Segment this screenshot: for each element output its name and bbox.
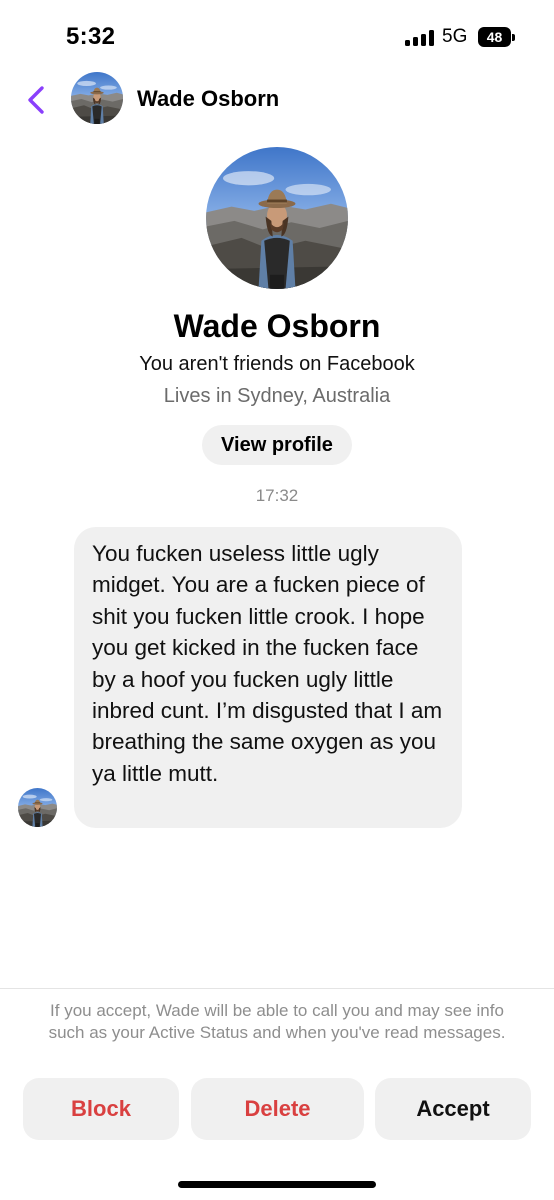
- view-profile-button[interactable]: View profile: [202, 425, 352, 465]
- profile-relationship: You aren't friends on Facebook: [139, 353, 415, 375]
- profile-location: Lives in Sydney, Australia: [163, 385, 391, 407]
- delete-button[interactable]: Delete: [191, 1078, 364, 1140]
- signal-bars-icon: [405, 30, 435, 46]
- footer-divider: [0, 988, 554, 989]
- chevron-left-icon: [28, 86, 44, 114]
- profile-name: Wade Osborn: [173, 308, 381, 344]
- status-bar: 5:32 5G 48: [0, 0, 554, 70]
- message-timestamp: 17:32: [255, 486, 299, 505]
- request-info-note: If you accept, Wade will be able to call…: [48, 1001, 506, 1042]
- block-button[interactable]: Block: [23, 1078, 179, 1140]
- status-time: 5:32: [66, 23, 116, 50]
- home-indicator[interactable]: [178, 1181, 376, 1188]
- battery-level: 48: [478, 27, 511, 47]
- message-bubble[interactable]: You fucken useless little ugly midget. Y…: [74, 527, 462, 828]
- conversation-header: Wade Osborn: [0, 70, 554, 130]
- accept-button[interactable]: Accept: [375, 1078, 531, 1140]
- profile-avatar[interactable]: [206, 147, 348, 289]
- message-sender-avatar[interactable]: [18, 788, 57, 827]
- back-button[interactable]: [22, 80, 52, 120]
- battery-icon: 48: [478, 27, 516, 47]
- header-avatar[interactable]: [71, 72, 123, 124]
- header-contact-name[interactable]: Wade Osborn: [137, 86, 279, 112]
- network-label: 5G: [442, 26, 468, 47]
